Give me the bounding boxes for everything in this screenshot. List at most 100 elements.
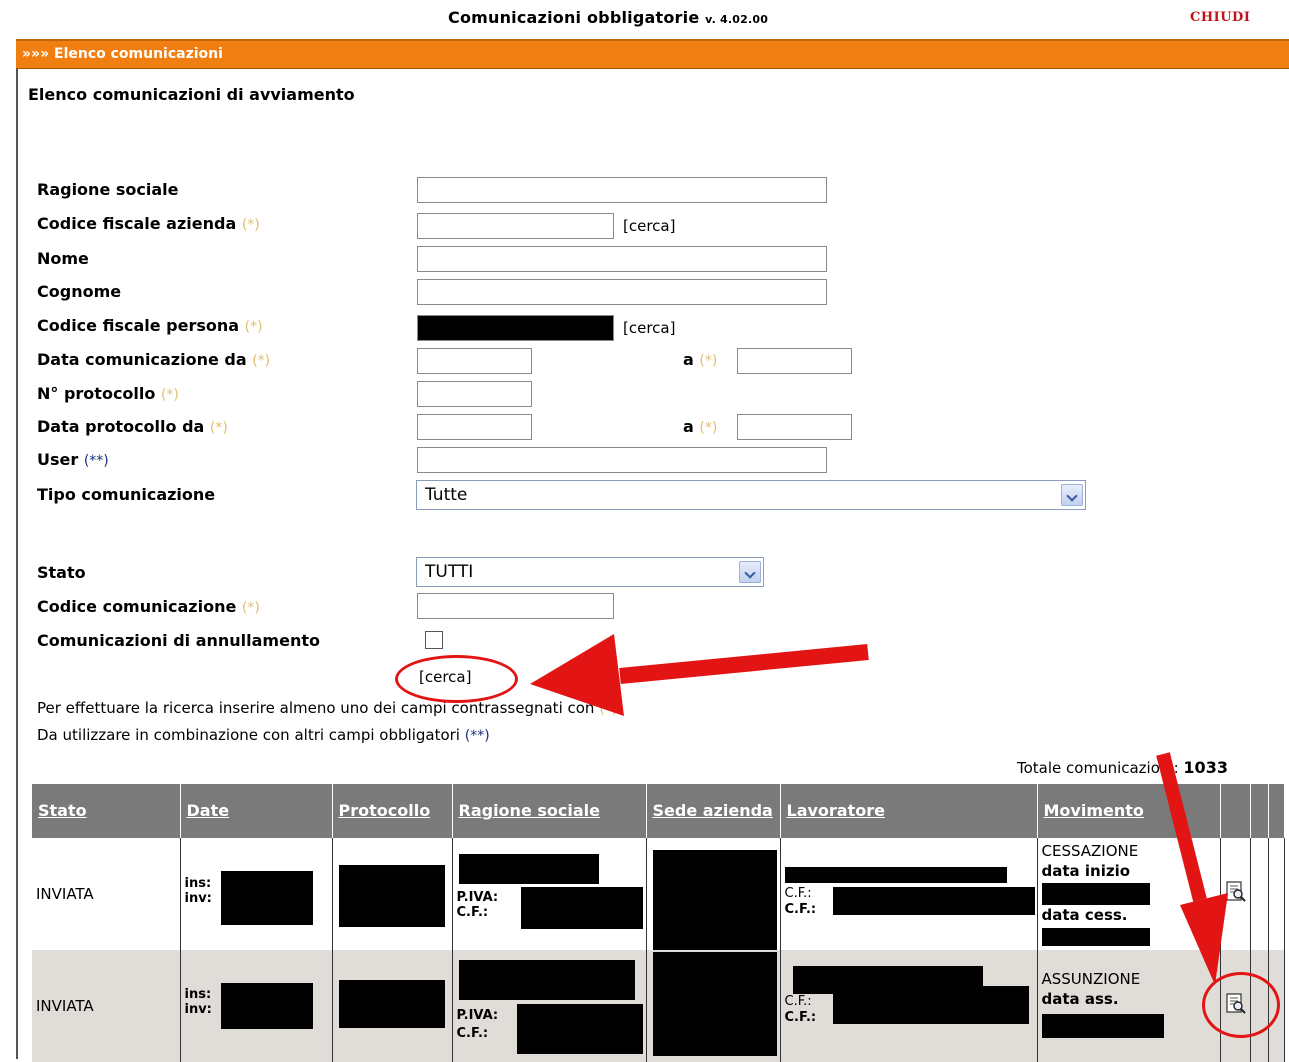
data-protocollo-a-label: a (*)	[683, 417, 718, 436]
lavoratore-cf-label: C.F.:	[784, 886, 812, 901]
close-button[interactable]: CHIUDI	[1190, 10, 1250, 25]
row-ragione-sociale: P.IVA: C.F.:	[452, 838, 647, 950]
stato-select[interactable]: TUTTI	[416, 557, 764, 587]
data-comunicazione-a-label: a (*)	[683, 350, 718, 369]
help-line-2: Da utilizzare in combinazione con altri …	[37, 726, 490, 744]
row-sede	[646, 838, 781, 950]
annotation-circle-detail	[1202, 972, 1280, 1038]
row-stato: INVIATA	[32, 838, 181, 950]
ragione-sociale-label: Ragione sociale	[37, 180, 179, 199]
chevron-down-icon[interactable]	[1061, 484, 1083, 506]
stato-value: TUTTI	[425, 562, 474, 582]
movimento-data-cess: data cess.	[1041, 906, 1128, 924]
row-stato: INVIATA	[32, 950, 181, 1062]
column-movimento[interactable]: Movimento	[1037, 784, 1221, 838]
column-extra-1	[1250, 784, 1269, 838]
redacted-block	[520, 887, 643, 929]
redacted-block	[1041, 1014, 1164, 1038]
inv-label: inv:	[184, 891, 212, 906]
results-total: Totale comunicazioni: 1033	[1017, 758, 1228, 777]
annullamento-checkbox[interactable]	[425, 631, 443, 649]
tipo-comunicazione-label: Tipo comunicazione	[37, 485, 216, 504]
ins-label: ins:	[184, 987, 212, 1002]
nome-input[interactable]	[417, 246, 827, 272]
row-extra-2	[1268, 838, 1285, 950]
user-label: User (**)	[37, 450, 109, 469]
app-version: v. 4.02.00	[705, 13, 769, 26]
row-actions	[1220, 838, 1251, 950]
ragione-sociale-input[interactable]	[417, 177, 827, 203]
row-movimento: ASSUNZIONE data ass.	[1037, 950, 1221, 1062]
table-header-row: Stato Date Protocollo Ragione sociale Se…	[32, 784, 1285, 838]
cognome-input[interactable]	[417, 279, 827, 305]
cf-label: C.F.:	[456, 1026, 489, 1041]
lavoratore-cf2-label: C.F.:	[784, 1010, 817, 1025]
cf-azienda-search-link[interactable]: [cerca]	[623, 217, 675, 235]
app-title: Comunicazioni obbligatorie v. 4.02.00	[448, 8, 768, 27]
movimento-type: CESSAZIONE	[1041, 842, 1139, 860]
cf-azienda-label: Codice fiscale azienda (*)	[37, 214, 260, 233]
table-row: INVIATA ins: inv: P.IVA: C.F.: C.F.: C.F…	[32, 950, 1285, 1062]
protocollo-input[interactable]	[417, 381, 532, 407]
section-title: »»» Elenco comunicazioni	[22, 46, 223, 62]
column-sede-azienda[interactable]: Sede azienda	[646, 784, 781, 838]
redacted-block	[652, 850, 777, 950]
lavoratore-cf-label: C.F.:	[784, 994, 812, 1009]
movimento-type: ASSUNZIONE	[1041, 970, 1141, 988]
data-protocollo-a-input[interactable]	[737, 414, 852, 440]
data-comunicazione-a-input[interactable]	[737, 348, 852, 374]
row-ragione-sociale: P.IVA: C.F.:	[452, 950, 647, 1062]
tipo-comunicazione-value: Tutte	[425, 485, 468, 505]
redacted-block	[220, 983, 313, 1029]
lavoratore-cf2-label: C.F.:	[784, 902, 817, 917]
data-comunicazione-label: Data comunicazione da (*)	[37, 350, 271, 369]
redacted-block	[784, 867, 1007, 883]
cf-label: C.F.:	[456, 905, 489, 920]
cf-persona-input[interactable]	[417, 315, 614, 341]
column-lavoratore[interactable]: Lavoratore	[780, 784, 1038, 838]
redacted-block	[652, 952, 777, 1056]
row-lavoratore: C.F.: C.F.:	[780, 950, 1038, 1062]
movimento-data-inizio: data inizio	[1041, 862, 1131, 880]
cf-persona-label: Codice fiscale persona (*)	[37, 316, 263, 335]
column-stato[interactable]: Stato	[32, 784, 181, 838]
tipo-comunicazione-select[interactable]: Tutte	[416, 480, 1086, 510]
detail-view-icon[interactable]	[1225, 881, 1247, 903]
annotation-circle-search	[395, 655, 518, 703]
section-header: »»» Elenco comunicazioni	[16, 39, 1289, 69]
redacted-block	[338, 980, 445, 1028]
movimento-data-ass: data ass.	[1041, 990, 1119, 1008]
redacted-block	[832, 986, 1029, 1024]
ins-label: ins:	[184, 876, 212, 891]
cf-azienda-input[interactable]	[417, 213, 614, 239]
column-ragione-sociale[interactable]: Ragione sociale	[452, 784, 647, 838]
row-date: ins: inv:	[180, 950, 333, 1062]
redacted-block	[458, 854, 599, 884]
redacted-block	[338, 865, 445, 927]
redacted-block	[832, 887, 1035, 915]
protocollo-label: N° protocollo (*)	[37, 384, 179, 403]
help-line-1: Per effettuare la ricerca inserire almen…	[37, 699, 618, 717]
column-actions	[1220, 784, 1251, 838]
cf-persona-search-link[interactable]: [cerca]	[623, 319, 675, 337]
data-comunicazione-da-input[interactable]	[417, 348, 532, 374]
column-protocollo[interactable]: Protocollo	[332, 784, 453, 838]
row-movimento: CESSAZIONE data inizio data cess.	[1037, 838, 1221, 950]
inv-label: inv:	[184, 1002, 212, 1017]
codice-comunicazione-input[interactable]	[417, 593, 614, 619]
user-input[interactable]	[417, 447, 827, 473]
row-protocollo	[332, 838, 453, 950]
column-date[interactable]: Date	[180, 784, 333, 838]
redacted-block	[1041, 928, 1150, 946]
row-lavoratore: C.F.: C.F.:	[780, 838, 1038, 950]
table-row: INVIATA ins: inv: P.IVA: C.F.: C.F.: C.F…	[32, 838, 1285, 950]
stato-label: Stato	[37, 563, 86, 582]
data-protocollo-da-input[interactable]	[417, 414, 532, 440]
page-title: Elenco comunicazioni di avviamento	[28, 85, 355, 104]
redacted-block	[516, 1004, 643, 1054]
piva-label: P.IVA:	[456, 890, 499, 905]
chevron-down-icon[interactable]	[739, 561, 761, 583]
row-extra-1	[1250, 838, 1269, 950]
column-extra-2	[1268, 784, 1285, 838]
results-table: Stato Date Protocollo Ragione sociale Se…	[32, 784, 1285, 1062]
